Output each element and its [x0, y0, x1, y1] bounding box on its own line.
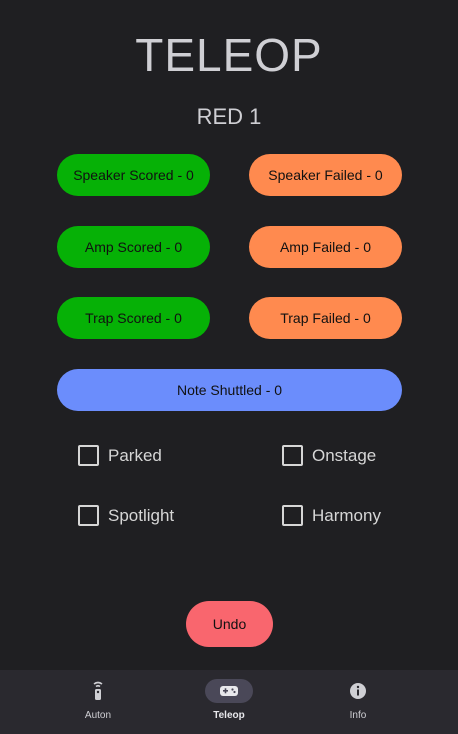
spotlight-label: Spotlight: [108, 505, 175, 525]
gamepad-icon: [220, 686, 238, 696]
spotlight-checkbox-box[interactable]: [78, 505, 99, 526]
speaker-scored-button[interactable]: Speaker Scored - 0: [57, 154, 210, 196]
nav-item-teleop[interactable]: Teleop: [179, 670, 279, 734]
nav-label-teleop: Teleop: [213, 710, 245, 721]
spotlight-checkbox[interactable]: Spotlight: [78, 505, 174, 526]
note-shuttled-button[interactable]: Note Shuttled - 0: [57, 369, 402, 411]
harmony-label: Harmony: [312, 505, 381, 525]
remote-icon: [93, 681, 103, 700]
page-title: TELEOP: [135, 29, 323, 81]
undo-button[interactable]: Undo: [186, 601, 273, 647]
team-label: RED 1: [196, 104, 262, 129]
bottom-navigation: Auton Teleop Info: [0, 670, 458, 734]
onstage-checkbox[interactable]: Onstage: [282, 445, 376, 466]
harmony-checkbox-box[interactable]: [282, 505, 303, 526]
speaker-failed-button[interactable]: Speaker Failed - 0: [249, 154, 402, 196]
nav-item-info[interactable]: Info: [308, 670, 408, 734]
nav-item-auton[interactable]: Auton: [48, 670, 148, 734]
onstage-checkbox-box[interactable]: [282, 445, 303, 466]
teleop-indicator: [205, 679, 253, 703]
harmony-checkbox[interactable]: Harmony: [282, 505, 381, 526]
auton-indicator: [74, 679, 122, 703]
amp-failed-button[interactable]: Amp Failed - 0: [249, 226, 402, 268]
nav-label-auton: Auton: [84, 710, 112, 721]
onstage-label: Onstage: [312, 445, 377, 465]
info-icon: [350, 683, 366, 699]
nav-label-info: Info: [349, 710, 367, 721]
parked-label: Parked: [108, 445, 162, 465]
amp-scored-button[interactable]: Amp Scored - 0: [57, 226, 210, 268]
parked-checkbox[interactable]: Parked: [78, 445, 162, 466]
trap-scored-button[interactable]: Trap Scored - 0: [57, 297, 210, 339]
info-indicator: [334, 679, 382, 703]
parked-checkbox-box[interactable]: [78, 445, 99, 466]
trap-failed-button[interactable]: Trap Failed - 0: [249, 297, 402, 339]
